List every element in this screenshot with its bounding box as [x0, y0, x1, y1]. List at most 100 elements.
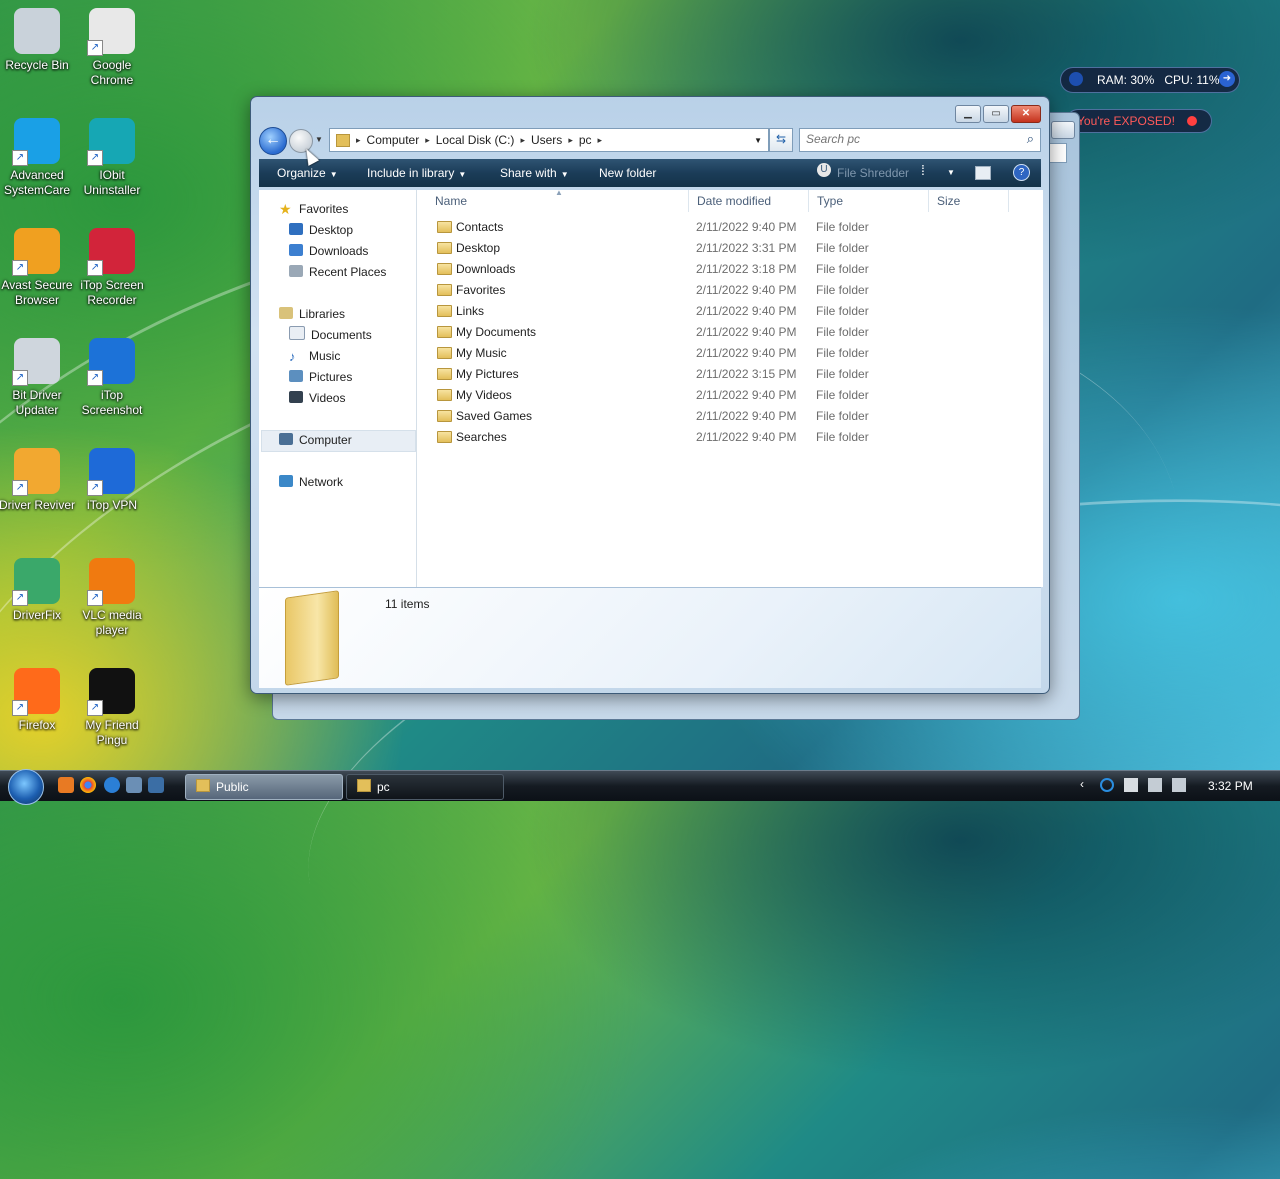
- shortcut-arrow-icon: ↗: [87, 590, 103, 606]
- chrome-icon: ↗: [87, 8, 135, 56]
- nav-videos[interactable]: Videos: [289, 389, 345, 407]
- address-bar[interactable]: ▸ Computer ▸ Local Disk (C:) ▸ Users ▸ p…: [329, 128, 769, 152]
- file-row[interactable]: Desktop 2/11/2022 3:31 PM File folder: [417, 238, 1037, 259]
- recent-pages-dropdown[interactable]: ▼: [315, 135, 323, 144]
- taskbar-button-public[interactable]: Public: [185, 774, 343, 800]
- desktop-icon-iobit-uninstaller[interactable]: ↗ IObit Uninstaller: [74, 118, 150, 198]
- desktop-icon-systemcare[interactable]: ↗ Advanced SystemCare: [0, 118, 75, 198]
- column-size[interactable]: Size: [929, 190, 1009, 212]
- clock[interactable]: 3:32 PM: [1208, 779, 1253, 793]
- file-row[interactable]: Contacts 2/11/2022 9:40 PM File folder: [417, 217, 1037, 238]
- desktop-icon-chrome[interactable]: ↗ Google Chrome: [74, 8, 150, 88]
- nav-music[interactable]: ♪ Music: [289, 347, 340, 365]
- organize-menu[interactable]: Organize ▼: [277, 166, 338, 180]
- minimize-button[interactable]: ▁: [955, 105, 981, 123]
- file-row[interactable]: Searches 2/11/2022 9:40 PM File folder: [417, 427, 1037, 448]
- file-type: File folder: [816, 220, 869, 234]
- desktop-icon-driver-updater[interactable]: ↗ Bit Driver Updater: [0, 338, 75, 418]
- file-date: 2/11/2022 9:40 PM: [696, 283, 797, 297]
- column-type[interactable]: Type: [809, 190, 929, 212]
- file-row[interactable]: Downloads 2/11/2022 3:18 PM File folder: [417, 259, 1037, 280]
- nav-computer[interactable]: Computer: [279, 431, 352, 449]
- search-box[interactable]: ⌕: [799, 128, 1041, 152]
- volume-muted-icon[interactable]: [1172, 778, 1186, 792]
- close-button-bg[interactable]: [1051, 121, 1075, 139]
- file-type: File folder: [816, 241, 869, 255]
- close-button[interactable]: ✕: [1011, 105, 1041, 123]
- desktop-icon-vlc[interactable]: ↗ VLC media player: [74, 558, 150, 638]
- nav-pictures[interactable]: Pictures: [289, 368, 352, 386]
- desktop-icon-driver-reviver[interactable]: ↗ Driver Reviver: [0, 448, 75, 513]
- chrome-taskbar-icon[interactable]: [80, 777, 96, 793]
- refresh-button[interactable]: ⇆: [769, 128, 793, 152]
- file-row[interactable]: My Documents 2/11/2022 9:40 PM File folder: [417, 322, 1037, 343]
- desktop-icon-screen-recorder[interactable]: ↗ iTop Screen Recorder: [74, 228, 150, 308]
- file-type: File folder: [816, 367, 869, 381]
- file-shredder-button[interactable]: File Shredder: [837, 166, 909, 180]
- folder-icon: [357, 779, 371, 792]
- back-button[interactable]: ←: [259, 127, 287, 155]
- show-hidden-icons-icon[interactable]: ‹: [1080, 777, 1084, 791]
- desktop-icon-label: iTop Screenshot: [81, 388, 143, 417]
- new-folder-button[interactable]: New folder: [599, 166, 656, 180]
- file-date: 2/11/2022 9:40 PM: [696, 430, 797, 444]
- breadcrumb-pc[interactable]: pc: [575, 133, 596, 147]
- nav-recent-places[interactable]: Recent Places: [289, 263, 386, 281]
- security-tray-icon[interactable]: [1124, 778, 1138, 792]
- file-row[interactable]: My Videos 2/11/2022 9:40 PM File folder: [417, 385, 1037, 406]
- search-icon[interactable]: ⌕: [1027, 131, 1034, 147]
- column-date-modified[interactable]: Date modified: [689, 190, 809, 212]
- libraries-icon: [279, 307, 293, 319]
- desktop-icon-avast-browser[interactable]: ↗ Avast Secure Browser: [0, 228, 75, 308]
- file-date: 2/11/2022 9:40 PM: [696, 325, 797, 339]
- file-name: My Documents: [456, 325, 537, 339]
- nav-downloads[interactable]: Downloads: [289, 242, 368, 260]
- taskbar-button-pc[interactable]: pc: [346, 774, 504, 800]
- ram-cpu-widget[interactable]: RAM: 30% CPU: 11% ➜: [1060, 67, 1240, 93]
- folder-icon: [336, 133, 350, 147]
- address-dropdown-icon[interactable]: ▼: [754, 136, 762, 145]
- file-date: 2/11/2022 9:40 PM: [696, 220, 797, 234]
- desktop-icon-vpn[interactable]: ↗ iTop VPN: [74, 448, 150, 513]
- file-row[interactable]: Favorites 2/11/2022 9:40 PM File folder: [417, 280, 1037, 301]
- ie-icon[interactable]: [104, 777, 120, 793]
- exposed-widget[interactable]: You're EXPOSED!: [1066, 109, 1212, 133]
- view-dropdown-icon[interactable]: ▼: [947, 168, 955, 177]
- folder-icon: [437, 284, 452, 296]
- desktop-icon-driverfix[interactable]: ↗ DriverFix: [0, 558, 75, 623]
- search-input[interactable]: [800, 129, 1006, 149]
- view-options-icon[interactable]: ⁞: [921, 162, 925, 178]
- include-in-library-menu[interactable]: Include in library ▼: [367, 166, 466, 180]
- file-row[interactable]: My Pictures 2/11/2022 3:15 PM File folder: [417, 364, 1037, 385]
- file-type: File folder: [816, 283, 869, 297]
- desktop-icon-firefox[interactable]: ↗ Firefox: [0, 668, 75, 733]
- arrow-right-icon[interactable]: ➜: [1219, 71, 1235, 87]
- preview-pane-icon[interactable]: [975, 166, 991, 180]
- file-row[interactable]: Links 2/11/2022 9:40 PM File folder: [417, 301, 1037, 322]
- avast-taskbar-icon[interactable]: [58, 777, 74, 793]
- file-type: File folder: [816, 304, 869, 318]
- breadcrumb-local-disk[interactable]: Local Disk (C:): [432, 133, 519, 147]
- breadcrumb-users[interactable]: Users: [527, 133, 566, 147]
- file-row[interactable]: My Music 2/11/2022 9:40 PM File folder: [417, 343, 1037, 364]
- file-row[interactable]: Saved Games 2/11/2022 9:40 PM File folder: [417, 406, 1037, 427]
- nav-favorites[interactable]: ★ Favorites: [279, 200, 348, 218]
- nav-libraries[interactable]: Libraries: [279, 305, 345, 323]
- systemcare-tray-icon[interactable]: [1100, 778, 1114, 792]
- breadcrumb-computer[interactable]: Computer: [363, 133, 424, 147]
- desktop-icon-screenshot[interactable]: ↗ iTop Screenshot: [74, 338, 150, 418]
- desktop-icon-recycle-bin[interactable]: Recycle Bin: [0, 8, 75, 73]
- desktop-icon-pingu[interactable]: ↗ My Friend Pingu: [74, 668, 150, 748]
- help-icon[interactable]: ?: [1013, 164, 1030, 181]
- maximize-button[interactable]: ▭: [983, 105, 1009, 123]
- network-tray-icon[interactable]: [1148, 778, 1162, 792]
- share-with-menu[interactable]: Share with ▼: [500, 166, 569, 180]
- desktop-icon-label: iTop Screen Recorder: [80, 278, 144, 307]
- nav-desktop[interactable]: Desktop: [289, 221, 353, 239]
- shortcut-arrow-icon: ↗: [87, 370, 103, 386]
- nav-network[interactable]: Network: [279, 473, 343, 491]
- shortcut-arrow-icon: ↗: [12, 590, 28, 606]
- nav-documents[interactable]: Documents: [289, 326, 372, 344]
- show-desktop-icon[interactable]: [126, 777, 142, 793]
- switch-windows-icon[interactable]: [148, 777, 164, 793]
